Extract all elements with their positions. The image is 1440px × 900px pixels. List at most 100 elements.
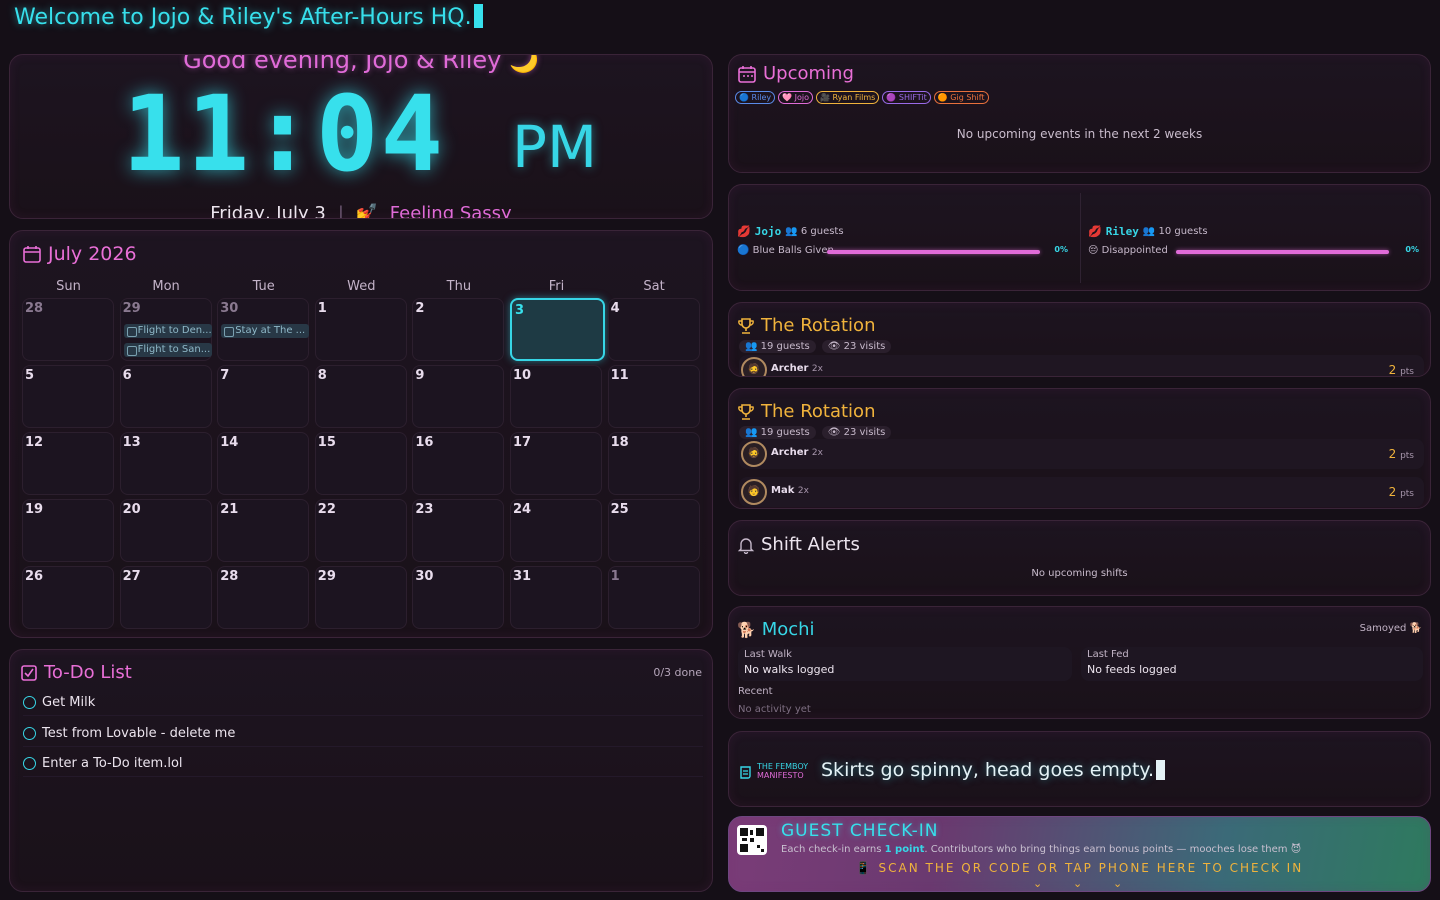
- last-walk-card: Last Walk No walks logged: [738, 647, 1072, 681]
- calendar-day[interactable]: 29 Flight to Den... Flight to San...: [119, 298, 212, 361]
- day-number: 9: [415, 368, 425, 383]
- greeting: Good evening, Jojo & Riley 🌙: [183, 54, 539, 74]
- recent-value: No activity yet: [738, 704, 811, 715]
- calendar-event[interactable]: Flight to Den...: [123, 324, 212, 338]
- filter-chip[interactable]: 🟣 SHIFTit: [882, 91, 931, 104]
- calendar-day[interactable]: 1: [607, 566, 700, 629]
- calendar-day[interactable]: 20: [119, 499, 212, 562]
- leaderboard-row[interactable]: 🧑 Mak 2x 2 pts: [739, 477, 1424, 507]
- guest-name: Mak 2x: [771, 485, 809, 496]
- calendar-day[interactable]: 17: [510, 432, 602, 495]
- day-number: 28: [220, 569, 239, 584]
- calendar-day[interactable]: 6: [119, 365, 212, 428]
- date-line: Friday, July 3 | 💅 Feeling Sassy: [10, 203, 712, 218]
- calendar-day[interactable]: 12: [22, 432, 114, 495]
- lips-icon: 💋: [1088, 225, 1102, 238]
- guests-count: 👥 19 guests: [739, 340, 816, 353]
- todo-checkbox[interactable]: [23, 757, 36, 770]
- clock-panel: Good evening, Jojo & Riley 🌙 11:04 PM Fr…: [9, 54, 713, 219]
- calendar-day[interactable]: 15: [314, 432, 407, 495]
- day-number: 21: [220, 502, 239, 517]
- day-number: 16: [415, 435, 434, 450]
- rotation-stats: 👥 19 guests 👁 23 visits: [739, 426, 892, 439]
- day-number: 25: [610, 502, 629, 517]
- checkin-instruction[interactable]: 📱 SCAN THE QR CODE OR TAP PHONE HERE TO …: [729, 861, 1430, 875]
- filter-chip[interactable]: 🩷 Jojo: [778, 91, 814, 104]
- weekday-header: Sat: [643, 279, 665, 294]
- calendar-panel: July 2026 Sun Mon Tue Wed Thu Fri Sat 28 29 Flig…: [9, 230, 713, 638]
- calendar-day[interactable]: 18: [607, 432, 700, 495]
- calendar-event[interactable]: Stay at The ...: [221, 324, 310, 338]
- calendar-icon: [23, 246, 41, 263]
- todo-header: To-Do List: [20, 662, 132, 683]
- calendar-day[interactable]: 14: [217, 432, 310, 495]
- todo-count: 0/3 done: [653, 666, 702, 679]
- visits-count: 👁 23 visits: [821, 340, 892, 353]
- day-number: 29: [122, 301, 141, 316]
- day-number: 7: [220, 368, 230, 383]
- day-number: 5: [25, 368, 35, 383]
- calendar-day[interactable]: 8: [314, 365, 407, 428]
- avatar: 🧔: [741, 441, 767, 467]
- calendar-day[interactable]: 11: [607, 365, 700, 428]
- todo-item[interactable]: Get Milk: [23, 690, 703, 716]
- calendar-day[interactable]: 10: [510, 365, 602, 428]
- calendar-day[interactable]: 21: [217, 499, 310, 562]
- scoreboard-riley: 💋 Riley 👥 10 guests 😔 Disappointed 0%: [1080, 185, 1430, 290]
- leaderboard-row[interactable]: 🧔 Archer 2x 2 pts: [739, 355, 1424, 376]
- day-number: 27: [122, 569, 141, 584]
- progress-percent: 0%: [1054, 245, 1068, 254]
- calendar-event[interactable]: Flight to San...: [123, 343, 212, 357]
- checkin-panel[interactable]: GUEST CHECK-IN Each check-in earns 1 poi…: [728, 816, 1431, 892]
- calendar-day[interactable]: 28: [217, 566, 310, 629]
- trophy-icon: [738, 403, 754, 420]
- filter-chip[interactable]: 🔵 Riley: [735, 91, 776, 104]
- page-title: Welcome to Jojo & Riley's After-Hours HQ…: [14, 4, 483, 30]
- calendar-day[interactable]: 1: [314, 298, 407, 361]
- calendar-day[interactable]: 4: [607, 298, 700, 361]
- checkin-subtitle: Each check-in earns 1 point. Contributor…: [781, 844, 1302, 855]
- calendar-day[interactable]: 25: [607, 499, 700, 562]
- calendar-day[interactable]: 19: [22, 499, 114, 562]
- leaderboard-row[interactable]: 🧔 Archer 2x 2 pts: [739, 439, 1424, 469]
- calendar-day[interactable]: 23: [412, 499, 505, 562]
- guests-count: 👥 19 guests: [739, 426, 816, 439]
- calendar-day[interactable]: 28: [22, 298, 114, 361]
- todo-item[interactable]: Test from Lovable - delete me: [23, 721, 703, 747]
- clock-time: 11:04: [122, 73, 446, 195]
- rotation-panel: The Rotation 👥 19 guests 👁 23 visits 🧔 Ar…: [728, 388, 1431, 509]
- scoreboard-panel: 💋 Jojo 👥 6 guests 🔵 Blue Balls Given 0% 💋 Rile…: [728, 184, 1431, 291]
- qr-code-icon[interactable]: [737, 825, 767, 855]
- calendar-day[interactable]: 24: [510, 499, 602, 562]
- calendar-day[interactable]: 29: [314, 566, 407, 629]
- calendar-day[interactable]: 16: [412, 432, 505, 495]
- manifesto-label: THE FEMBOY MANIFESTO: [757, 762, 809, 780]
- todo-item[interactable]: Enter a To-Do item.lol: [23, 751, 703, 777]
- progress-percent: 0%: [1405, 245, 1419, 254]
- calendar-day[interactable]: 22: [314, 499, 407, 562]
- calendar-day[interactable]: 7: [217, 365, 310, 428]
- calendar-day[interactable]: 5: [22, 365, 114, 428]
- filter-chip[interactable]: 🎥 Ryan Films: [816, 91, 880, 104]
- calendar-day[interactable]: 13: [119, 432, 212, 495]
- calendar-day[interactable]: 31: [510, 566, 602, 629]
- rotation-header: The Rotation: [737, 315, 875, 336]
- calendar-day[interactable]: 30 Stay at The ...: [217, 298, 310, 361]
- calendar-day[interactable]: 2: [412, 298, 505, 361]
- calendar-day-today[interactable]: 3: [510, 298, 605, 361]
- pet-header: 🐕 Mochi: [737, 619, 815, 640]
- day-number: 26: [25, 569, 44, 584]
- calendar-day[interactable]: 26: [22, 566, 114, 629]
- todo-checkbox[interactable]: [23, 726, 36, 740]
- calendar-day[interactable]: 30: [412, 566, 505, 629]
- filter-chip[interactable]: 🟠 Gig Shift: [933, 91, 989, 104]
- todo-label: Enter a To-Do item.lol: [42, 756, 183, 771]
- visits-count: 👁 23 visits: [821, 426, 892, 439]
- calendar-day[interactable]: 27: [119, 566, 212, 629]
- scoreboard-jojo: 💋 Jojo 👥 6 guests 🔵 Blue Balls Given 0%: [729, 185, 1080, 290]
- weekday-header: Wed: [347, 279, 376, 294]
- guest-points: 2 pts: [1388, 485, 1414, 499]
- chevron-down-icon: ⌄: [1113, 877, 1123, 890]
- todo-checkbox[interactable]: [23, 696, 36, 709]
- calendar-day[interactable]: 9: [412, 365, 505, 428]
